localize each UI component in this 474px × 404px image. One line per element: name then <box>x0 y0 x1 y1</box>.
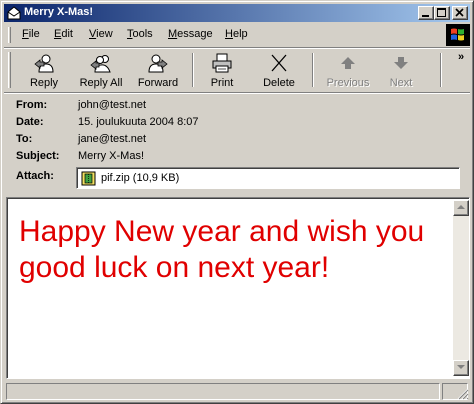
next-button[interactable]: Next <box>373 51 429 89</box>
zip-file-icon <box>81 171 96 186</box>
to-label: To: <box>16 133 33 145</box>
mail-envelope-icon <box>7 6 21 20</box>
next-label: Next <box>389 77 413 89</box>
close-button[interactable] <box>452 6 468 20</box>
subject-value: Merry X-Mas! <box>78 150 144 162</box>
attachment-filename[interactable]: pif.zip (10,9 KB) <box>101 172 179 184</box>
scroll-down-arrow-icon <box>457 365 465 369</box>
maximize-icon <box>437 8 446 17</box>
message-headers: From: john@test.net Date: 15. joulukuuta… <box>4 95 470 195</box>
status-pane-main <box>6 383 440 400</box>
reply-all-icon <box>90 55 111 73</box>
minimize-button[interactable] <box>418 6 434 20</box>
menu-message[interactable]: Message <box>168 28 213 40</box>
scroll-down-button[interactable] <box>453 360 469 376</box>
attachment-field[interactable]: pif.zip (10,9 KB) <box>76 167 460 189</box>
reply-label: Reply <box>29 77 59 89</box>
reply-all-label: Reply All <box>79 77 123 89</box>
toolbar-chevron[interactable]: » <box>458 51 464 63</box>
windows-flag-icon <box>451 28 464 41</box>
toolbar-separator-bottom <box>4 92 470 94</box>
previous-button[interactable]: Previous <box>316 51 380 89</box>
toolbar-grip[interactable] <box>8 52 11 88</box>
scroll-up-arrow-icon <box>457 205 465 209</box>
maximize-button[interactable] <box>434 6 450 20</box>
down-arrow-icon <box>394 57 408 69</box>
from-label: From: <box>16 99 48 111</box>
toolbar: Reply Reply All Forward Print Delete Pre… <box>4 49 470 91</box>
print-button[interactable]: Print <box>194 51 250 89</box>
menu-edit[interactable]: Edit <box>54 28 73 40</box>
vertical-scrollbar[interactable] <box>453 200 469 376</box>
status-bar <box>4 382 470 401</box>
forward-icon <box>148 54 168 73</box>
toolbar-separator <box>312 53 314 87</box>
attach-label: Attach: <box>16 170 54 182</box>
forward-label: Forward <box>137 77 179 89</box>
previous-label: Previous <box>326 77 370 89</box>
to-value[interactable]: jane@test.net <box>78 133 146 145</box>
delete-label: Delete <box>263 77 295 89</box>
menubar-grip[interactable] <box>8 27 11 43</box>
close-icon <box>455 8 464 17</box>
from-value[interactable]: john@test.net <box>78 99 146 111</box>
menu-bar: File Edit View Tools Message Help <box>4 24 470 46</box>
up-arrow-icon <box>341 57 355 69</box>
menu-tools[interactable]: Tools <box>127 28 153 40</box>
print-label: Print <box>210 77 234 89</box>
date-label: Date: <box>16 116 44 128</box>
menu-view[interactable]: View <box>89 28 113 40</box>
subject-label: Subject: <box>16 150 60 162</box>
scroll-up-button[interactable] <box>453 200 469 216</box>
windows-logo <box>446 24 470 46</box>
menu-help[interactable]: Help <box>225 28 248 40</box>
minimize-icon <box>422 15 429 17</box>
menu-file[interactable]: File <box>22 28 40 40</box>
date-value: 15. joulukuuta 2004 8:07 <box>78 116 199 128</box>
title-bar[interactable]: Merry X-Mas! <box>4 4 470 22</box>
message-text: Happy New year and wish you good luck on… <box>19 215 425 284</box>
delete-x-icon <box>271 54 287 72</box>
printer-icon <box>212 53 232 73</box>
delete-button[interactable]: Delete <box>251 51 307 89</box>
message-body[interactable]: Happy New year and wish you good luck on… <box>6 197 470 379</box>
reply-all-button[interactable]: Reply All <box>73 51 129 89</box>
resize-grip-icon[interactable] <box>457 388 469 400</box>
toolbar-separator <box>440 53 442 87</box>
reply-icon <box>34 54 54 73</box>
forward-button[interactable]: Forward <box>130 51 186 89</box>
window-title: Merry X-Mas! <box>24 6 94 18</box>
reply-button[interactable]: Reply <box>16 51 72 89</box>
mail-window: Merry X-Mas! File Edit View Tools Messag… <box>0 0 474 404</box>
